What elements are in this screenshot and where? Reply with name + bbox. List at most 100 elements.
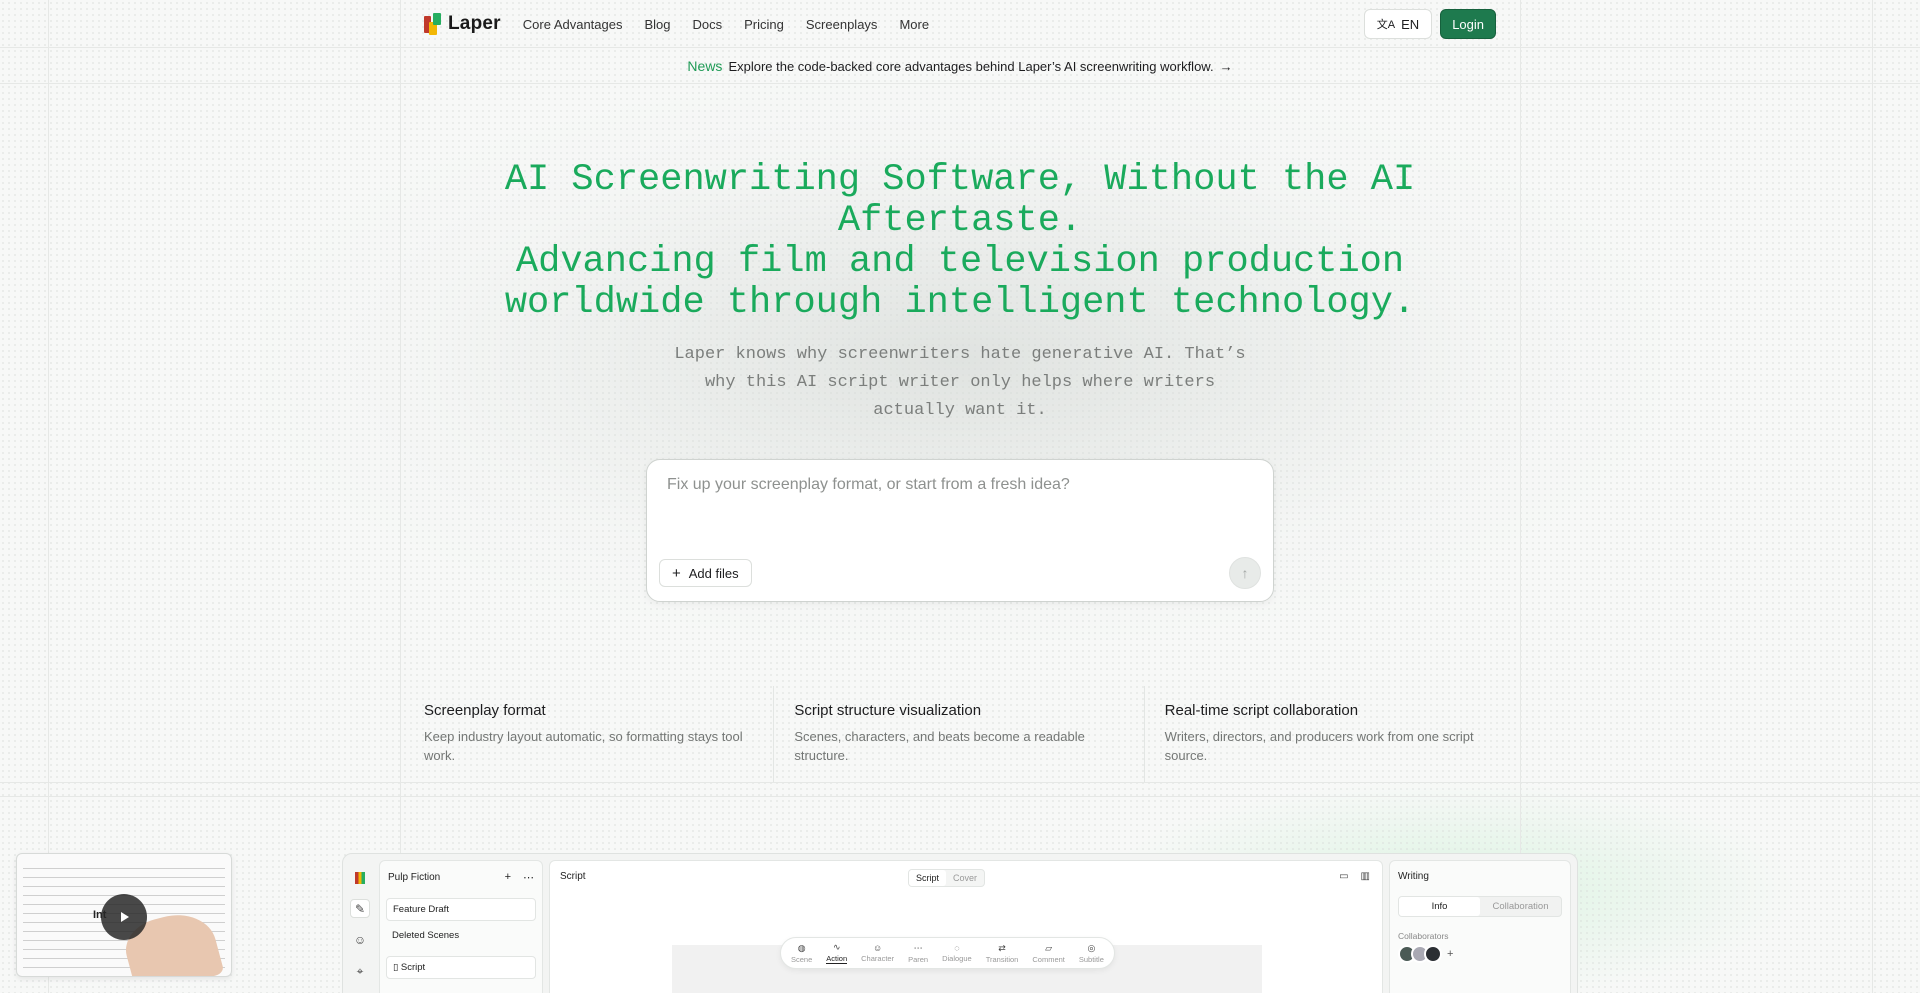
intro-video-thumbnail[interactable]: Int — [16, 853, 232, 977]
comment-icon[interactable]: ▭ — [1339, 871, 1348, 882]
hero-title-line-1: AI Screenwriting Software, Without the A… — [504, 159, 1416, 242]
add-icon[interactable]: + — [505, 871, 511, 884]
globe-icon: ◍ — [797, 942, 806, 953]
language-label: EN — [1401, 16, 1420, 32]
feature-desc: Writers, directors, and producers work f… — [1164, 729, 1474, 763]
nav-docs[interactable]: Docs — [693, 17, 723, 32]
writing-title: Writing — [1398, 871, 1429, 882]
element-toolbar: ◍ Scene ∿ Action ☺ Character ⋯ Paren ◌ Dialog… — [780, 937, 1115, 969]
hero-subtitle: Laper knows why screenwriters hate gener… — [674, 345, 1246, 420]
prompt-box: + Add files ↑ — [646, 459, 1274, 602]
file-icon: ▯ — [393, 962, 399, 973]
translate-icon: 文A — [1376, 19, 1396, 31]
grid-line — [400, 0, 401, 993]
feature-card: Real-time script collaboration Writers, … — [1145, 686, 1514, 782]
add-collaborator-icon[interactable]: + — [1447, 948, 1453, 960]
more-icon[interactable]: ⋯ — [523, 871, 534, 884]
tool-action[interactable]: ∿ Action — [826, 942, 848, 964]
nav-screenplays[interactable]: Screenplays — [806, 17, 878, 32]
brand-name: Laper — [448, 13, 501, 34]
writing-panel: Writing Info Collaboration Collaborators… — [1389, 860, 1571, 993]
nav-pricing[interactable]: Pricing — [744, 17, 784, 32]
grid-line — [48, 0, 49, 993]
draft-item[interactable]: Deleted Scenes — [386, 925, 536, 946]
pen-icon[interactable]: ✎ — [350, 899, 370, 919]
stats-icon[interactable]: ▥ — [1361, 871, 1370, 882]
play-icon — [121, 912, 129, 922]
project-panel: Pulp Fiction + ⋯ Feature Draft Deleted Sc… — [379, 860, 543, 993]
editor-icons: ▭ ▥ — [1339, 871, 1370, 882]
script-editor: Script Script Cover ▭ ▥ ◍ Scene ∿ Action ☺… — [549, 860, 1383, 993]
tool-transition[interactable]: ⇄ Transition — [986, 943, 1019, 964]
pulse-icon: ∿ — [832, 942, 841, 952]
grid-line — [0, 796, 1920, 797]
tool-dialogue[interactable]: ◌ Dialogue — [942, 943, 972, 963]
app-logo-icon — [350, 868, 370, 887]
feature-title: Script structure visualization — [794, 702, 982, 719]
location-icon[interactable]: ⌖ — [350, 962, 370, 981]
hero-title-line-2: Advancing film and television production… — [504, 241, 1416, 324]
news-banner[interactable]: News Explore the code-backed core advant… — [0, 48, 1920, 84]
nav-blog[interactable]: Blog — [644, 17, 670, 32]
top-header: Laper Core Advantages Blog Docs Pricing … — [400, 0, 1520, 48]
add-files-label: Add files — [688, 565, 739, 581]
grid-line — [1520, 0, 1521, 993]
feature-title: Screenplay format — [424, 702, 546, 719]
tab-cover[interactable]: Cover — [946, 870, 984, 886]
editor-title: Script — [560, 871, 586, 882]
send-button[interactable]: ↑ — [1229, 557, 1261, 589]
project-header: Pulp Fiction + ⋯ — [380, 861, 542, 894]
editor-view-toggle: Script Cover — [908, 869, 986, 887]
logo-icon — [424, 13, 442, 35]
grid-line — [0, 782, 1920, 783]
news-tag: News — [687, 58, 723, 74]
tool-character[interactable]: ☺ Character — [861, 943, 894, 963]
avatar[interactable] — [1424, 945, 1442, 963]
header-actions: 文A EN Login — [1363, 9, 1496, 39]
feature-desc: Scenes, characters, and beats become a r… — [794, 729, 1085, 763]
language-button[interactable]: 文A EN — [1363, 9, 1433, 39]
arrow-right-icon: → — [1219, 58, 1233, 74]
collaborators-label: Collaborators — [1398, 931, 1449, 941]
add-files-button[interactable]: + Add files — [659, 559, 752, 587]
project-title: Pulp Fiction — [388, 872, 441, 883]
tool-scene[interactable]: ◍ Scene — [791, 943, 812, 964]
swap-icon: ⇄ — [998, 942, 1006, 953]
tool-subtitle[interactable]: ◎ Subtitle — [1079, 943, 1104, 964]
arrow-up-icon: ↑ — [1241, 565, 1249, 581]
feature-title: Real-time script collaboration — [1164, 702, 1359, 719]
plus-icon: + — [672, 564, 681, 582]
tab-script[interactable]: Script — [909, 870, 947, 886]
draft-item-label: Script — [400, 962, 426, 973]
draft-item[interactable]: ▯ Script — [386, 956, 536, 979]
user-icon[interactable]: ☺ — [350, 930, 370, 949]
main-nav: Core Advantages Blog Docs Pricing Screen… — [523, 17, 929, 32]
feature-card: Script structure visualization Scenes, c… — [774, 686, 1145, 782]
tool-comment[interactable]: ▱ Comment — [1032, 943, 1065, 964]
badge-icon: ◎ — [1087, 942, 1096, 953]
writing-tabs: Info Collaboration — [1398, 896, 1562, 917]
app-rail: ✎ ☺ ⌖ ▤ — [343, 854, 377, 993]
news-text: Explore the code-backed core advantages … — [728, 58, 1214, 74]
tool-paren[interactable]: ⋯ Paren — [908, 943, 928, 964]
features-row: Screenplay format Keep industry layout a… — [404, 686, 1514, 782]
draft-item[interactable]: Feature Draft — [386, 898, 536, 921]
tab-collaboration[interactable]: Collaboration — [1480, 897, 1561, 916]
login-button[interactable]: Login — [1440, 9, 1496, 39]
nav-core-advantages[interactable]: Core Advantages — [523, 17, 623, 32]
play-button[interactable] — [101, 894, 147, 940]
prompt-input[interactable] — [667, 476, 1247, 494]
hero-title: AI Screenwriting Software, Without the A… — [460, 160, 1460, 324]
shield-icon: ▱ — [1045, 942, 1053, 953]
grid-line — [1872, 0, 1873, 993]
tab-info[interactable]: Info — [1399, 897, 1480, 916]
collaborator-avatars: + — [1398, 945, 1570, 963]
feature-desc: Keep industry layout automatic, so forma… — [424, 729, 743, 763]
grid-icon: ⋯ — [913, 942, 923, 953]
nav-more[interactable]: More — [899, 17, 929, 32]
app-preview: ✎ ☺ ⌖ ▤ Pulp Fiction + ⋯ Feature Draft De… — [342, 853, 1578, 993]
person-icon: ☺ — [873, 943, 883, 953]
brand-logo[interactable]: Laper — [424, 13, 501, 35]
bubble-icon: ◌ — [954, 943, 960, 953]
feature-card: Screenplay format Keep industry layout a… — [404, 686, 775, 782]
